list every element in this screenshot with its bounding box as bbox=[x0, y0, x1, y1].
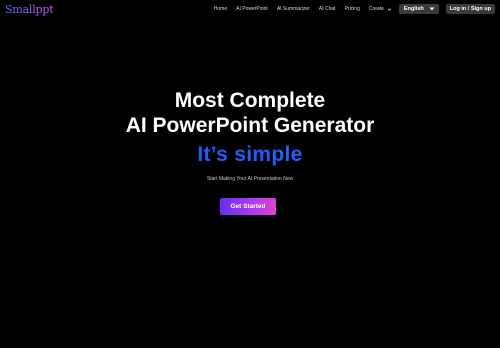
language-selector[interactable]: English bbox=[398, 4, 439, 14]
top-navbar: Smallppt Home AI PowerPoint AI Summarize… bbox=[0, 0, 500, 18]
hero-title-line1: Most Complete bbox=[174, 89, 326, 112]
nav-link-ai-chat[interactable]: AI Chat bbox=[319, 6, 336, 12]
nav-link-home[interactable]: Home bbox=[214, 6, 227, 12]
nav-link-pricing[interactable]: Pricing bbox=[345, 6, 360, 12]
nav-link-ai-summarizer[interactable]: AI Summarizer bbox=[277, 6, 310, 12]
get-started-button[interactable]: Get Started bbox=[220, 198, 276, 215]
brand-logo[interactable]: Smallppt bbox=[5, 3, 54, 16]
nav-menu: Home AI PowerPoint AI Summarizer AI Chat… bbox=[214, 0, 495, 18]
page: Smallppt Home AI PowerPoint AI Summarize… bbox=[0, 0, 500, 348]
login-signup-button[interactable]: Log in / Sign up bbox=[445, 4, 495, 14]
hero-tagline: It’s simple bbox=[197, 143, 303, 166]
hero-subtext: Start Making Your AI Presentation Now bbox=[206, 176, 294, 182]
nav-create-dropdown[interactable]: Create bbox=[369, 6, 392, 12]
hero-title-line2: AI PowerPoint Generator bbox=[125, 114, 375, 137]
nav-create-label: Create bbox=[368, 6, 384, 12]
language-label: English bbox=[403, 6, 424, 12]
caret-down-icon bbox=[429, 7, 435, 11]
nav-link-ai-powerpoint[interactable]: AI PowerPoint bbox=[236, 6, 268, 12]
chevron-down-icon bbox=[387, 7, 392, 11]
